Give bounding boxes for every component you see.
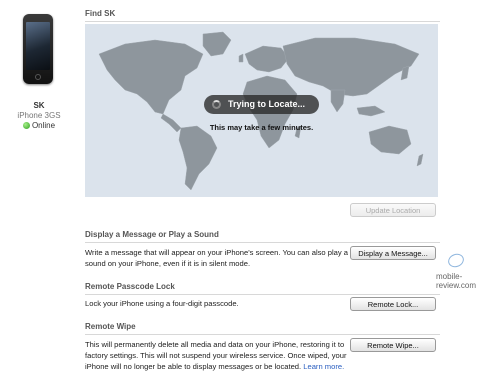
iphone-screen: [26, 22, 50, 70]
lock-description: Lock your iPhone using a four-digit pass…: [85, 299, 239, 308]
device-status-label: Online: [31, 121, 56, 130]
locating-label: Trying to Locate...: [228, 99, 306, 109]
wipe-section-title: Remote Wipe: [85, 322, 440, 335]
locating-indicator: Trying to Locate...: [204, 95, 319, 114]
wipe-description-line-1: This will permanently delete all media a…: [85, 340, 345, 349]
remote-lock-button[interactable]: Remote Lock...: [350, 297, 436, 311]
device-model: iPhone 3GS: [17, 111, 61, 120]
iphone-device-image: [23, 14, 53, 84]
message-section-title: Display a Message or Play a Sound: [85, 230, 440, 243]
wipe-description-line-3-text: iPhone will no longer be able to display…: [85, 362, 302, 371]
watermark-logo-icon: [446, 251, 466, 270]
learn-more-link[interactable]: Learn more.: [303, 362, 344, 371]
locating-subtitle: This may take a few minutes.: [209, 123, 314, 132]
find-section-title: Find SK: [85, 9, 440, 22]
message-description-line-1: Write a message that will appear on your…: [85, 248, 349, 257]
device-name: SK: [33, 101, 45, 110]
message-description-line-2: sound on your iPhone, even if it is in s…: [85, 259, 251, 268]
remote-wipe-button[interactable]: Remote Wipe...: [350, 338, 436, 352]
message-description: Write a message that will appear on your…: [85, 247, 348, 269]
wipe-description: This will permanently delete all media a…: [85, 339, 347, 372]
lock-section-title: Remote Passcode Lock: [85, 282, 440, 295]
online-status-icon: [22, 122, 30, 129]
display-message-button[interactable]: Display a Message...: [350, 246, 436, 260]
update-location-button[interactable]: Update Location: [350, 203, 436, 217]
wipe-description-line-2: factory settings. This will not suspend …: [85, 351, 347, 360]
home-button-icon: [35, 74, 41, 80]
device-status: Online: [0, 121, 78, 130]
wipe-description-line-3: iPhone will no longer be able to display…: [85, 361, 347, 372]
spinner-icon: [212, 100, 221, 109]
watermark: mobile-review.com: [436, 272, 477, 290]
